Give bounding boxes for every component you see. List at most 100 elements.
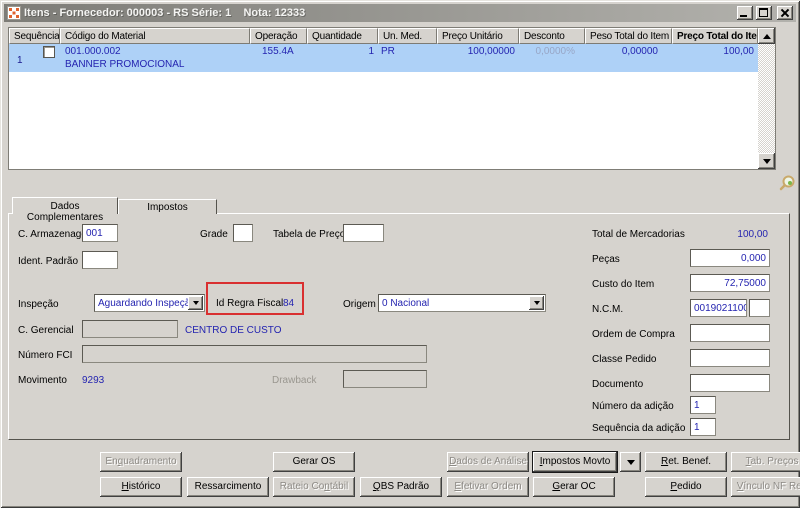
origem-label: Origem (343, 299, 376, 310)
grid-header: Sequência Código do Material Operação Qu… (9, 28, 758, 44)
origem-value: 0 Nacional (382, 298, 430, 309)
inspecao-label: Inspeção (18, 299, 59, 310)
column-header-operacao[interactable]: Operação (250, 28, 307, 44)
chevron-down-icon (533, 301, 540, 305)
maximize-icon (759, 8, 768, 17)
table-row[interactable]: 1 001.000.002 BANNER PROMOCIONAL 155.4A … (9, 44, 758, 72)
impostos-movto-button[interactable]: Impostos Movto (532, 451, 618, 473)
column-header-desconto[interactable]: Desconto (519, 28, 585, 44)
origem-dropdown-button[interactable] (529, 296, 544, 310)
ident-padrao-field[interactable] (82, 251, 118, 269)
scroll-down-button[interactable] (758, 153, 775, 169)
vinculo-nf-ref-button: Vínculo NF Ref. (731, 477, 800, 497)
ncm-field[interactable]: 0019021100 (690, 299, 747, 317)
ncm-label: N.C.M. (592, 304, 624, 315)
ordem-compra-field[interactable] (690, 324, 770, 342)
ret-benef-button[interactable]: Ret. Benef. (645, 452, 727, 472)
column-header-codigo-material[interactable]: Código do Material (60, 28, 250, 44)
classe-pedido-field[interactable] (690, 349, 770, 367)
tabela-preco-field[interactable] (343, 224, 384, 242)
movimento-label: Movimento (18, 375, 67, 386)
minimize-icon (740, 15, 747, 17)
grade-field[interactable] (233, 224, 253, 242)
inspecao-dropdown[interactable]: Aguardando Inspeção (94, 294, 205, 312)
scroll-up-button[interactable] (758, 28, 775, 44)
impostos-movto-dropdown-button[interactable] (620, 452, 641, 472)
column-header-preco-total[interactable]: Preço Total do Item (672, 28, 758, 44)
column-header-preco-unitario[interactable]: Preço Unitário (437, 28, 519, 44)
c-armazenagem-field[interactable]: 001 (82, 224, 118, 242)
origem-dropdown[interactable]: 0 Nacional (378, 294, 546, 312)
tab-impostos[interactable]: Impostos (118, 199, 217, 214)
classe-pedido-label: Classe Pedido (592, 354, 657, 365)
row-unidade: PR (381, 46, 395, 57)
row-codigo-material: 001.000.002 (65, 46, 121, 57)
documento-field[interactable] (690, 374, 770, 392)
numero-fci-label: Número FCI (18, 350, 73, 361)
total-mercadorias-value: 100,00 (737, 229, 768, 240)
column-header-sequencia[interactable]: Sequência (9, 28, 60, 44)
numero-adicao-field[interactable]: 1 (690, 396, 716, 414)
red-annotation-box (206, 282, 304, 315)
gerar-oc-button[interactable]: Gerar OC (533, 477, 615, 497)
app-icon (7, 6, 21, 20)
numero-adicao-label: Número da adição (592, 401, 674, 412)
row-preco-unitario: 100,00000 (467, 46, 515, 57)
grid-scrollbar[interactable] (758, 28, 775, 169)
maximize-button[interactable] (756, 6, 772, 20)
ident-padrao-label: Ident. Padrão (18, 256, 79, 267)
c-gerencial-field (82, 320, 178, 338)
items-grid: Sequência Código do Material Operação Qu… (8, 27, 776, 170)
window-title: Itens - Fornecedor: 000003 - RS Série: 1… (24, 7, 306, 19)
qbs-padrao-button[interactable]: QBS Padrão (360, 477, 442, 497)
numero-fci-field (82, 345, 427, 363)
custo-item-label: Custo do Item (592, 279, 655, 290)
row-checkbox[interactable] (43, 46, 55, 58)
drawback-field (343, 370, 427, 388)
tab-precos-button: Tab. Preços (731, 452, 800, 472)
ncm-ex-field[interactable] (749, 299, 770, 317)
column-header-quantidade[interactable]: Quantidade (307, 28, 378, 44)
tabela-preco-label: Tabela de Preço (273, 229, 346, 240)
row-sequencia: 1 (17, 55, 23, 66)
gerar-os-button[interactable]: Gerar OS (273, 452, 355, 472)
arrow-up-icon (762, 33, 771, 39)
row-peso-total: 0,00000 (621, 46, 658, 57)
enquadramento-button: Enquadramento (100, 452, 182, 472)
sequencia-adicao-label: Sequência da adição (592, 423, 686, 434)
close-button[interactable] (777, 6, 793, 20)
grade-label: Grade (200, 229, 228, 240)
chevron-down-icon (626, 459, 635, 465)
pecas-label: Peças (592, 254, 620, 265)
row-operacao: 155.4A (262, 46, 294, 57)
movimento-value: 9293 (82, 375, 105, 386)
ressarcimento-button[interactable]: Ressarcimento (187, 477, 269, 497)
c-gerencial-note: CENTRO DE CUSTO (185, 325, 282, 336)
magnifier-icon[interactable] (778, 174, 796, 192)
row-descricao: BANNER PROMOCIONAL (65, 59, 185, 70)
row-quantidade: 1 (368, 46, 374, 57)
column-header-un-med[interactable]: Un. Med. (378, 28, 437, 44)
pecas-field[interactable]: 0,000 (690, 249, 770, 267)
dados-de-analise-button: Dados de Análise (447, 452, 529, 472)
column-header-peso-total[interactable]: Peso Total do Item (585, 28, 672, 44)
inspecao-dropdown-button[interactable] (188, 296, 203, 310)
custo-item-field[interactable]: 72,75000 (690, 274, 770, 292)
total-mercadorias-label: Total de Mercadorias (592, 229, 685, 240)
row-preco-total: 100,00 (723, 46, 754, 57)
efetivar-ordem-button: Efetivar Ordem (447, 477, 529, 497)
row-desconto: 0,0000% (535, 46, 575, 57)
tab-dados-complementares[interactable]: Dados Complementares (12, 197, 118, 223)
items-window: Itens - Fornecedor: 000003 - RS Série: 1… (0, 0, 800, 508)
sequencia-adicao-field[interactable]: 1 (690, 418, 716, 436)
historico-button[interactable]: Histórico (100, 477, 182, 497)
inspecao-value: Aguardando Inspeção (98, 298, 196, 309)
arrow-down-icon (762, 158, 771, 164)
documento-label: Documento (592, 379, 644, 390)
title-bar[interactable]: Itens - Fornecedor: 000003 - RS Série: 1… (4, 4, 796, 22)
chevron-down-icon (192, 301, 199, 305)
rateio-contabil-button: Rateio Contábil (273, 477, 355, 497)
minimize-button[interactable] (737, 6, 753, 20)
pedido-button[interactable]: Pedido (645, 477, 727, 497)
drawback-label: Drawback (272, 375, 317, 386)
